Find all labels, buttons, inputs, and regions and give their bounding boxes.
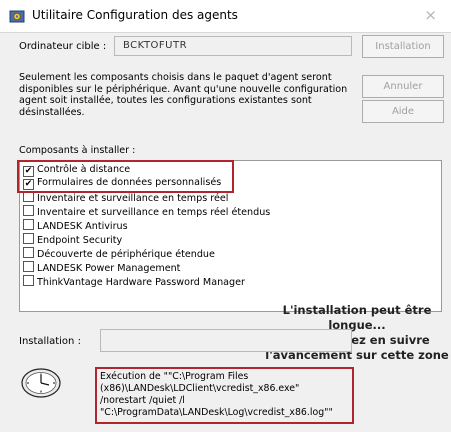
description-line: agent soit installée, toutes les configu…	[19, 95, 312, 106]
gear-icon	[9, 10, 25, 23]
description-line: Seulement les composants choisis dans le…	[19, 72, 332, 83]
installation-label: Installation :	[19, 336, 81, 347]
checkbox[interactable]	[23, 205, 34, 216]
list-item[interactable]: LANDESK Antivirus	[23, 219, 128, 232]
target-value: BCKTOFUTR	[123, 40, 188, 51]
list-item[interactable]: Découverte de périphérique étendue	[23, 247, 215, 260]
help-button[interactable]: Aide	[362, 100, 444, 123]
list-item[interactable]: ThinkVantage Hardware Password Manager	[23, 275, 245, 288]
list-item[interactable]: Endpoint Security	[23, 233, 122, 246]
installation-progress	[100, 329, 352, 352]
description-line: disponibles sur le périphérique. Avant q…	[19, 83, 348, 95]
highlight-box	[95, 367, 354, 424]
target-field[interactable]: BCKTOFUTR	[114, 36, 352, 56]
checkbox[interactable]	[23, 275, 34, 286]
checkbox[interactable]	[23, 247, 34, 258]
checkbox[interactable]	[23, 233, 34, 244]
list-item[interactable]: LANDESK Power Management	[23, 261, 180, 274]
checkbox[interactable]	[23, 261, 34, 272]
title-bar: Utilitaire Configuration des agents ×	[0, 0, 451, 33]
checkbox[interactable]	[23, 219, 34, 230]
highlight-box	[17, 160, 234, 193]
components-label: Composants à installer :	[19, 145, 136, 156]
description-line: désinstallées.	[19, 106, 85, 118]
install-button[interactable]: Installation	[362, 35, 444, 58]
description-text: Seulement les composants choisis dans le…	[19, 72, 349, 118]
window-title: Utilitaire Configuration des agents	[32, 8, 238, 22]
clock-icon	[21, 368, 61, 398]
cancel-button[interactable]: Annuler	[362, 75, 444, 98]
list-item[interactable]: Inventaire et surveillance en temps réel…	[23, 205, 270, 218]
target-label: Ordinateur cible :	[19, 41, 107, 52]
close-icon[interactable]: ×	[424, 6, 437, 24]
